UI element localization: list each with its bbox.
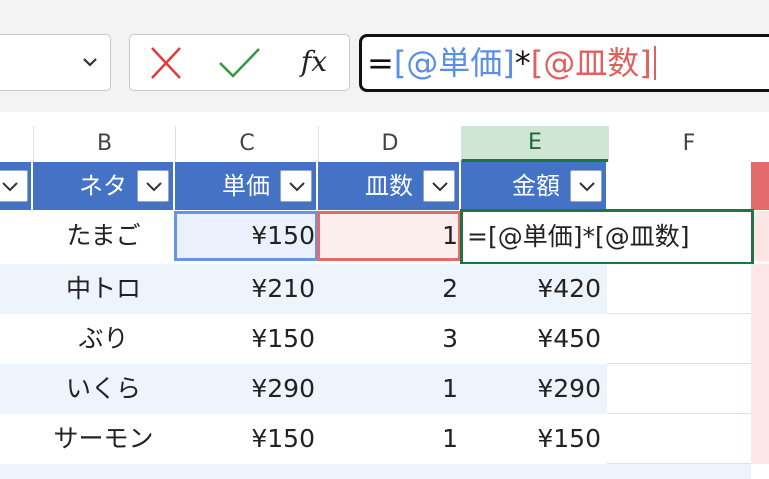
formula-equals: = (367, 44, 394, 82)
cell-f-header[interactable] (608, 162, 751, 210)
adjacent-table-header (751, 162, 769, 210)
header-label: 金額 (512, 172, 560, 200)
formula-operator: * (514, 44, 531, 82)
adjacent-cell (751, 364, 769, 414)
column-header-f[interactable]: F (608, 126, 769, 162)
adjacent-cell (751, 314, 769, 364)
adjacent-cell (751, 264, 769, 314)
column-header-c[interactable]: C (175, 126, 318, 162)
cell-amount[interactable]: ¥150 (461, 414, 607, 464)
filter-dropdown-button[interactable] (0, 170, 28, 202)
cell-f[interactable] (607, 314, 751, 364)
cell-neta[interactable]: 中トロ (33, 264, 174, 314)
filter-dropdown-button[interactable] (280, 170, 312, 202)
cell-plate-count[interactable]: 1 (318, 211, 460, 261)
cell-unit-price[interactable]: ¥150 (175, 414, 317, 464)
table-header-neta: ネタ (33, 162, 175, 210)
table-header-amount: 金額 (461, 162, 608, 210)
cell-f[interactable] (607, 414, 751, 464)
filter-dropdown-button[interactable] (137, 170, 169, 202)
formula-ref-unit-price: [@単価] (393, 44, 515, 82)
insert-function-button[interactable]: fx (290, 40, 338, 84)
cell-amount[interactable]: ¥290 (461, 364, 607, 414)
cell-amount[interactable]: ¥420 (461, 264, 607, 314)
cell-f[interactable] (607, 264, 751, 314)
cell-neta[interactable]: いくら (33, 364, 174, 414)
cell-unit-price[interactable]: ¥210 (175, 264, 317, 314)
adjacent-cell (751, 414, 769, 464)
cell-f[interactable] (607, 364, 751, 414)
cell-plate-count[interactable]: 1 (318, 364, 460, 414)
column-header-b[interactable]: B (33, 126, 175, 162)
check-icon[interactable] (214, 45, 264, 81)
table-header-plate-count: 皿数 (318, 162, 461, 210)
formula-ref-plate-count: [@皿数] (530, 44, 652, 82)
column-header-e[interactable]: E (461, 126, 608, 162)
table-row (0, 464, 751, 479)
table-header-unit-price: 単価 (175, 162, 318, 210)
cell-neta[interactable]: たまご (33, 211, 174, 261)
header-label: 単価 (222, 172, 270, 200)
cell-neta[interactable]: サーモン (33, 414, 174, 464)
formula-input[interactable]: =[@単価]*[@皿数] (359, 34, 769, 92)
cell-plate-count[interactable]: 2 (318, 264, 460, 314)
filter-dropdown-button[interactable] (570, 170, 602, 202)
active-cell-editor[interactable]: =[@単価]*[@皿数] (460, 209, 754, 265)
cell-neta[interactable]: ぶり (33, 314, 174, 364)
cell-amount[interactable]: ¥450 (461, 314, 607, 364)
cell-unit-price[interactable]: ¥290 (175, 364, 317, 414)
cell-unit-price[interactable]: ¥150 (175, 211, 317, 261)
filter-dropdown-button[interactable] (423, 170, 455, 202)
header-label: ネタ (79, 172, 127, 200)
cancel-icon[interactable] (146, 45, 186, 81)
text-caret (653, 46, 656, 80)
chevron-down-icon[interactable] (78, 50, 102, 74)
column-header-d[interactable]: D (318, 126, 461, 162)
cell-plate-count[interactable]: 1 (318, 414, 460, 464)
cell-unit-price[interactable]: ¥150 (175, 314, 317, 364)
cell-plate-count[interactable]: 3 (318, 314, 460, 364)
header-label: 皿数 (365, 172, 413, 200)
